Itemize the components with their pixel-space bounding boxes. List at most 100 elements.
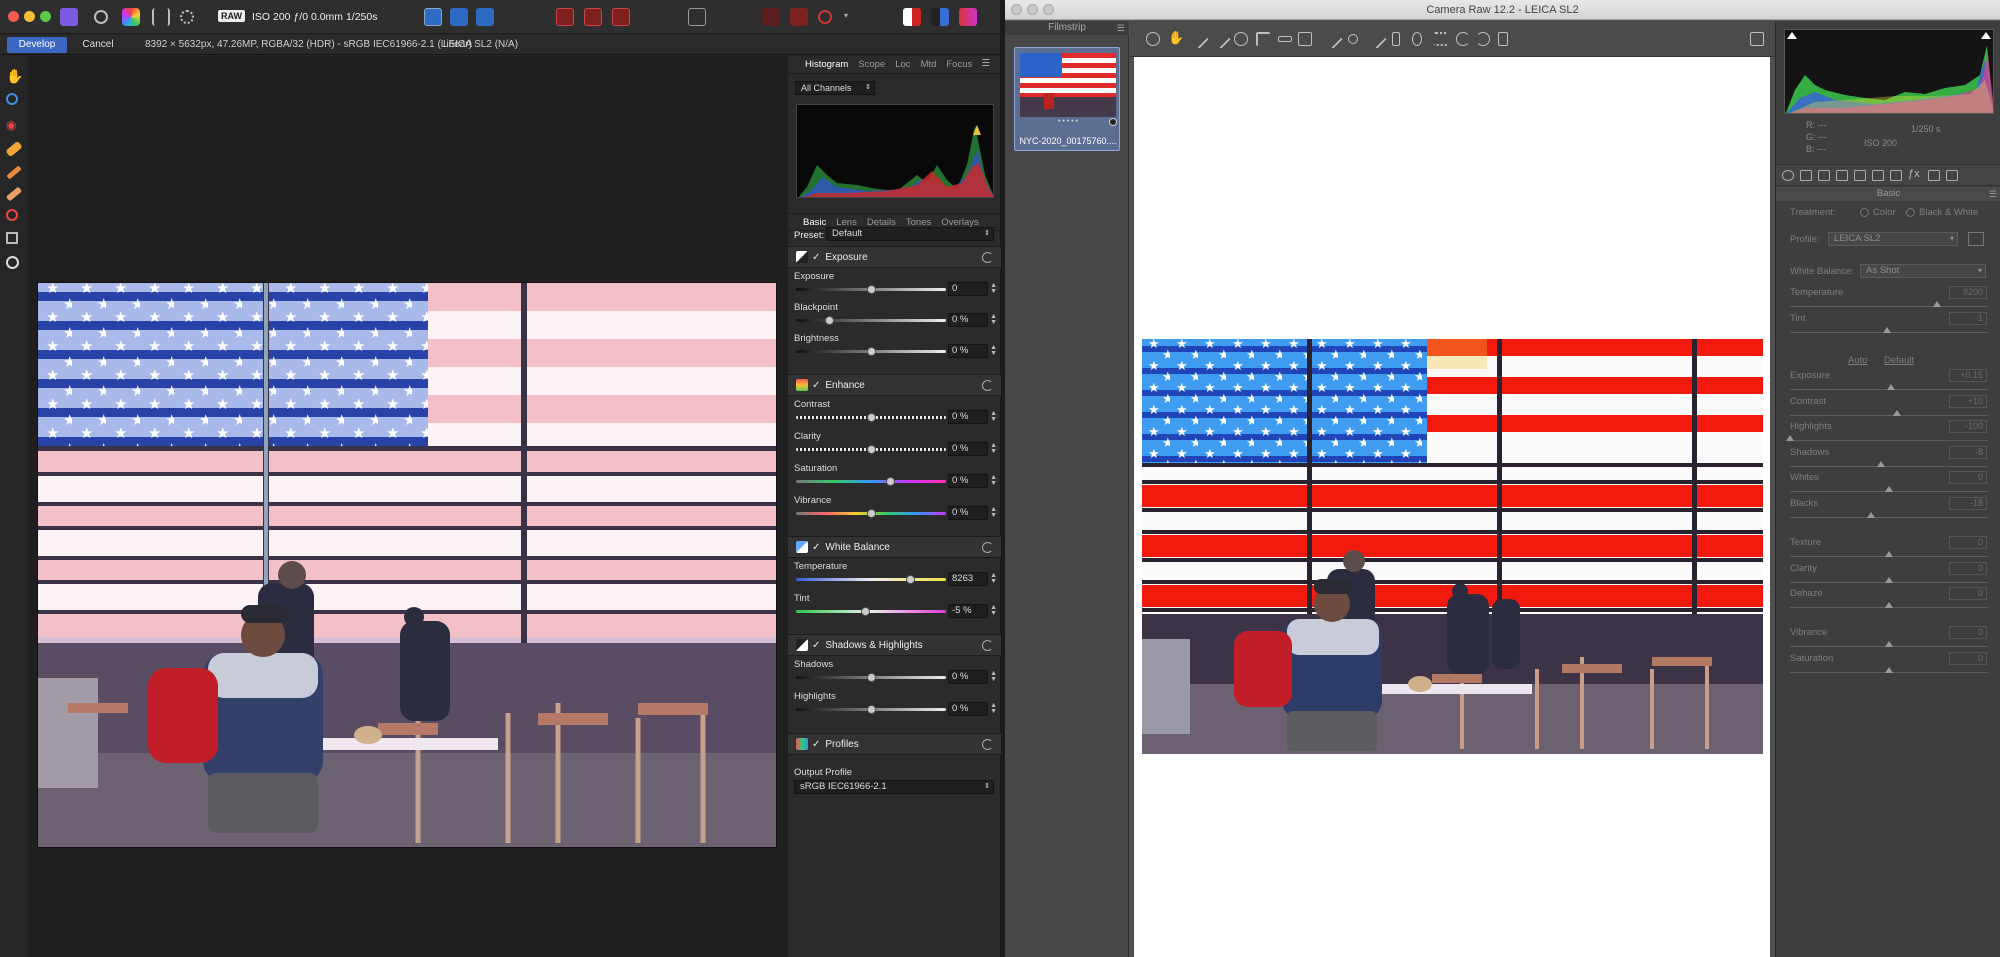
cr-exposure-value-field[interactable]: +0.15 [1949,369,1987,382]
targeted-adjustment-icon[interactable] [1234,32,1248,46]
cr-contrast-slider[interactable] [1790,410,1988,416]
saturation-value-field[interactable]: 0 % [948,474,988,488]
tab-hsl-icon[interactable] [1836,170,1848,181]
brightness-value-field[interactable]: 0 % [948,344,988,358]
saturation-slider-handle[interactable] [886,477,895,486]
reset-white-balance-icon[interactable] [982,542,993,553]
vibrance-stepper-icon[interactable]: ▲ ▼ [990,506,997,519]
output-profile-dropdown[interactable]: sRGB IEC61966-2.1 ⇕ [794,780,994,794]
cr-clarity-slider-handle[interactable] [1885,577,1893,583]
cr-blacks-slider[interactable] [1790,512,1988,518]
cr-tint-slider-handle[interactable] [1883,327,1892,333]
enhance-checkbox[interactable]: ✓ [812,380,820,391]
cr-texture-value-field[interactable]: 0 [1949,536,1987,549]
crop-tool-icon[interactable] [1256,32,1270,46]
reset-exposure-icon[interactable] [982,252,993,263]
affinity-canvas[interactable]: ★ ★ [29,56,786,957]
highlights-slider[interactable] [796,705,946,714]
tab-effects-icon[interactable] [1890,170,1902,181]
develop-button[interactable]: Develop [7,37,67,53]
blemish-tool-icon[interactable] [5,140,23,158]
cr-tint-slider[interactable] [1790,327,1988,333]
white-balance-dropdown[interactable]: As Shot ▾ [1860,264,1986,278]
temperature-slider-handle[interactable] [905,575,915,584]
cr-tint-value-field[interactable]: -1 [1949,312,1987,325]
profile-dropdown[interactable]: LEICA SL2 ▾ [1828,232,1958,246]
tab-focus[interactable]: Focus [941,59,977,70]
blackpoint-value-field[interactable]: 0 % [948,313,988,327]
zoom-window-button[interactable] [40,11,51,22]
highlights-slider-handle[interactable] [866,705,876,714]
exposure-slider[interactable] [796,285,946,294]
cr-shadows-slider[interactable] [1790,461,1988,467]
tint-slider-handle[interactable] [860,607,870,616]
red-eye-icon[interactable] [1348,34,1358,44]
cr-highlights-value-field[interactable]: -100 [1949,420,1987,433]
radial-filter-icon[interactable] [1412,32,1422,46]
profiles-section-header[interactable]: ✓ Profiles [788,733,1001,755]
exposure-slider-handle[interactable] [866,285,876,294]
tone-map-persona-icon[interactable] [152,8,170,26]
tab-details[interactable]: Details [862,217,901,228]
shadow-clipping-icon[interactable] [1787,32,1797,39]
white-balance-tool-icon[interactable] [6,256,19,269]
contrast-stepper-icon[interactable]: ▲ ▼ [990,410,997,423]
tint-value-field[interactable]: -5 % [948,604,988,618]
crop-tool-icon[interactable] [6,232,18,244]
studio-color-icon[interactable] [959,8,977,26]
brightness-slider[interactable] [796,347,946,356]
preset-dropdown[interactable]: Default ⇕ [826,227,994,241]
cr-blacks-value-field[interactable]: -18 [1949,497,1987,510]
treatment-bw-radio[interactable] [1906,208,1915,217]
cr-texture-slider[interactable] [1790,551,1988,557]
cr-blacks-slider-handle[interactable] [1867,512,1876,518]
shadows-highlights-section-header[interactable]: ✓ Shadows & Highlights [788,634,1001,656]
minimize-window-button[interactable] [24,11,35,22]
exposure-checkbox[interactable]: ✓ [812,252,820,263]
cr-contrast-value-field[interactable]: +10 [1949,395,1987,408]
tint-stepper-icon[interactable]: ▲ ▼ [990,604,997,617]
profile-browser-icon[interactable] [1968,232,1984,246]
clipping-shadows-icon[interactable] [424,8,442,26]
cr-whites-value-field[interactable]: 0 [1949,471,1987,484]
cr-shadows-slider-handle[interactable] [1877,461,1886,467]
clarity-value-field[interactable]: 0 % [948,442,988,456]
clipping-midtones-icon[interactable] [450,8,468,26]
clipping-highlights-icon[interactable] [476,8,494,26]
close-window-button[interactable] [8,11,19,22]
camera-raw-preview[interactable]: ★ ★ [1134,57,1770,957]
tab-detail-icon[interactable] [1818,170,1830,181]
cr-dehaze-slider[interactable] [1790,602,1988,608]
highlights-stepper-icon[interactable]: ▲ ▼ [990,702,997,715]
before-after-icon[interactable] [612,8,630,26]
vibrance-slider[interactable] [796,509,946,518]
spot-removal-icon[interactable] [1323,29,1343,49]
graduated-filter-icon[interactable] [1392,32,1400,46]
tab-tones[interactable]: Tones [901,217,936,228]
snapping-icon[interactable] [818,10,832,24]
blackpoint-slider-handle[interactable] [824,316,834,325]
guides-icon[interactable] [790,8,808,26]
cr-clarity-value-field[interactable]: 0 [1949,562,1987,575]
tab-scope[interactable]: Scope [853,59,890,70]
basic-panel-menu-icon[interactable]: ☰ [1989,187,1997,201]
develop-persona-icon[interactable] [94,10,108,24]
tab-loc[interactable]: Loc [890,59,915,70]
photo-persona-icon[interactable] [122,8,140,26]
transform-tool-icon[interactable] [1298,32,1312,46]
vibrance-slider-handle[interactable] [866,509,876,518]
temperature-stepper-icon[interactable]: ▲ ▼ [990,572,997,585]
fullscreen-icon[interactable] [1750,32,1764,46]
erase-brush-tool-icon[interactable] [5,186,23,202]
tab-overlays[interactable]: Overlays [936,217,983,228]
cr-vibrance-slider[interactable] [1790,641,1988,647]
brush-tool-icon[interactable] [6,165,22,180]
white-balance-tool-icon[interactable] [1189,29,1209,49]
share-icon[interactable] [180,10,194,24]
tab-tone-curve-icon[interactable] [1800,170,1812,181]
cr-highlights-slider[interactable] [1786,435,1988,441]
highlight-clipping-icon[interactable] [1981,32,1991,39]
cr-exposure-slider-handle[interactable] [1886,384,1895,390]
mirror-view-icon[interactable] [584,8,602,26]
cr-dehaze-value-field[interactable]: 0 [1949,587,1987,600]
